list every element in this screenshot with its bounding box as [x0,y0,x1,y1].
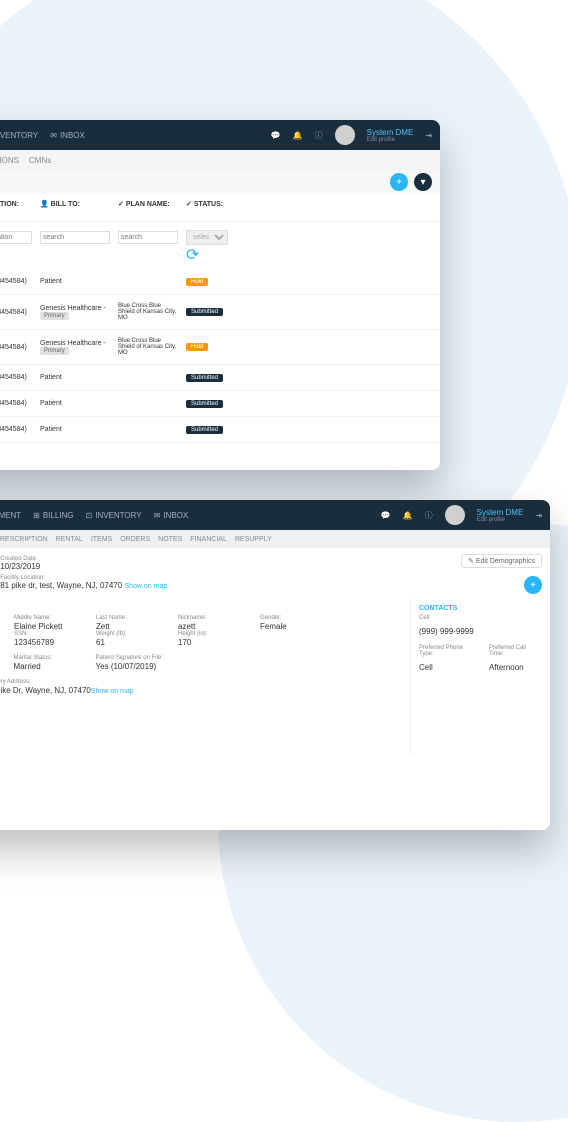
info-icon[interactable]: ⓘ [315,130,323,141]
filter-location[interactable] [0,231,32,244]
subnav-authorizations[interactable]: AUTHORIZATIONS [0,156,19,165]
table-row[interactable]: 6:55 PM $ 120.00 $ 20.00 test (152845458… [0,391,440,417]
ctime-value: Afternoon [489,663,524,672]
table-row[interactable]: 2:35 PM $ 120.00 $ 120.00 test (15284545… [0,295,440,330]
tab-orders[interactable]: ORDERS [120,536,150,543]
section-release[interactable]: FO RELEASE [0,742,410,755]
logout-icon[interactable]: ⇥ [425,131,432,140]
show-map-deliv[interactable]: Show on map [91,688,134,695]
show-on-map-link[interactable]: Show on map [124,583,167,590]
patient-window: 👤 PATIENTS 📋 ORDERS 📊 REPORTS ⚙ MANAGEME… [0,500,550,830]
nav-inbox-2[interactable]: ✉ INBOX [154,511,189,520]
patient-header: CARE HOME MEDICAL & OXYGEN, INC. (... Co… [0,548,550,598]
filter-plan[interactable] [118,231,178,244]
table-toolbar: + ▾ [0,170,440,194]
mname-label: Middle Name: [14,615,74,621]
nav-inbox[interactable]: ✉ INBOX [50,131,85,140]
table-row[interactable]: 1:16 AM $ 440.00 $ 187.00 test (15284545… [0,365,440,391]
demographics-grid: 1Age:34 Prefix:-DOB:09/18/1985 First Nam… [0,611,410,655]
edit-demographics-button[interactable]: ✎ Edit Demographics [461,554,542,568]
height-label: Height (in): [178,631,238,637]
weight-value: 61 [96,638,105,647]
sig-label: Patient Signature on File: [96,655,163,661]
lname-value: Zett [96,622,110,631]
filter-row: select ⟳ [0,222,440,269]
filter-button[interactable]: ▾ [414,173,432,191]
main-nav-2: 👤 PATIENTS 📋 ORDERS 📊 REPORTS ⚙ MANAGEME… [0,500,550,530]
cell-value: (999) 999-9999 [419,627,474,636]
gender-value: Female [260,622,287,631]
gender-label: Gender: [260,615,320,621]
ssn-value: 123456789 [14,638,54,647]
section-information: INFORMATION: [0,598,410,611]
tab-financial[interactable]: FINANCIAL [190,536,227,543]
add-patient-button[interactable]: + [524,576,542,594]
billing-window: TS ⚙ MANAGEMENT ⊞ BILLING ⊡ INVENTORY ✉ … [0,120,440,470]
main-nav: TS ⚙ MANAGEMENT ⊞ BILLING ⊡ INVENTORY ✉ … [0,120,440,150]
deliv-value: 81 Pike Dr, Wayne, NJ, 07470 [0,686,91,695]
lname-label: Last Name: [96,615,156,621]
nav-inventory[interactable]: ⊡ INVENTORY [0,131,38,140]
logout-icon-2[interactable]: ⇥ [535,511,542,520]
col-status[interactable]: ✓ STATUS: [182,198,232,217]
chat-icon[interactable]: 💬 [271,131,281,140]
nick-label: Nickname: [178,615,238,621]
user-menu-2[interactable]: System DMEEdit profile [477,508,524,523]
col-plan[interactable]: ✓ PLAN NAME: [114,198,182,217]
ctime-label: Preferred Call Time: [489,645,542,657]
billing-subnav: EOB/ERA PRESCRIPTIONS AUTHORIZATIONS CMN… [0,150,440,170]
marital-label: Marital Status: [14,655,74,661]
sig-value: Yes (10/07/2019) [96,662,157,671]
tab-prescription[interactable]: PRESCRIPTION [0,536,48,543]
table-row[interactable]: 6:55 PM $ 120.00 $ 120.00 test (15284545… [0,417,440,443]
nav-management-2[interactable]: ⚙ MANAGEMENT [0,511,21,520]
ptype-value: Cell [419,663,433,672]
ptype-label: Preferred Phone Type: [419,645,479,657]
tab-notes[interactable]: NOTES [158,536,182,543]
filter-status[interactable]: select [186,230,228,245]
refresh-icon[interactable]: ⟳ [186,247,199,264]
bell-icon-2[interactable]: 🔔 [403,511,413,520]
bell-icon[interactable]: 🔔 [293,131,303,140]
section-contacts: CONTACTS [419,602,542,615]
weight-label: Weight (lb): [96,631,156,637]
subnav-cmns[interactable]: CMNs [29,156,51,165]
tab-resupply[interactable]: RESUPPLY [235,536,272,543]
filter-billto[interactable] [40,231,110,244]
table-row[interactable]: $ 0.00 $ 0.00 test (1528454584) Patient … [0,269,440,295]
section-info[interactable]: INFO: [0,716,410,729]
avatar-2[interactable] [445,505,465,525]
deliv-label: Delivery Address: [0,679,134,685]
col-billto[interactable]: 👤 BILL TO: [36,198,114,217]
cell-label: Cell: [419,615,542,621]
ssn-label: SSN: [14,631,74,637]
patient-subnav: CS MEDICAL RECORDS INSURANCE DOCUMENTS F… [0,530,550,548]
avatar[interactable] [335,125,355,145]
tab-rental[interactable]: RENTAL [56,536,83,543]
height-value: 170 [178,638,191,647]
marital-value: Married [14,662,41,671]
created-date: 10/23/2019 [0,562,40,571]
mname-value: Elaine Pickett [14,622,62,631]
user-menu[interactable]: System DMEEdit profile [367,128,414,143]
section-contact[interactable]: CONTACT: [0,703,410,716]
table-header: ⊞ CHARGE: ⊞ BALANCE: 📍 LOCATION: 👤 BILL … [0,194,440,222]
table-row[interactable]: $ 0.00 $ 0.00 test (1528454584) Genesis … [0,330,440,365]
nav-billing-2[interactable]: ⊞ BILLING [33,511,73,520]
tab-items[interactable]: ITEMS [91,536,112,543]
nick-value: azett [178,622,195,631]
info-icon-2[interactable]: ⓘ [425,510,433,521]
facility-location: 81 pike dr, test, Wayne, NJ, 07470 [0,581,122,590]
nav-inventory-2[interactable]: ⊡ INVENTORY [86,511,142,520]
chat-icon-2[interactable]: 💬 [381,511,391,520]
add-button[interactable]: + [390,173,408,191]
section-party[interactable]: BLE PARTY: [0,729,410,742]
col-location[interactable]: 📍 LOCATION: [0,198,36,217]
